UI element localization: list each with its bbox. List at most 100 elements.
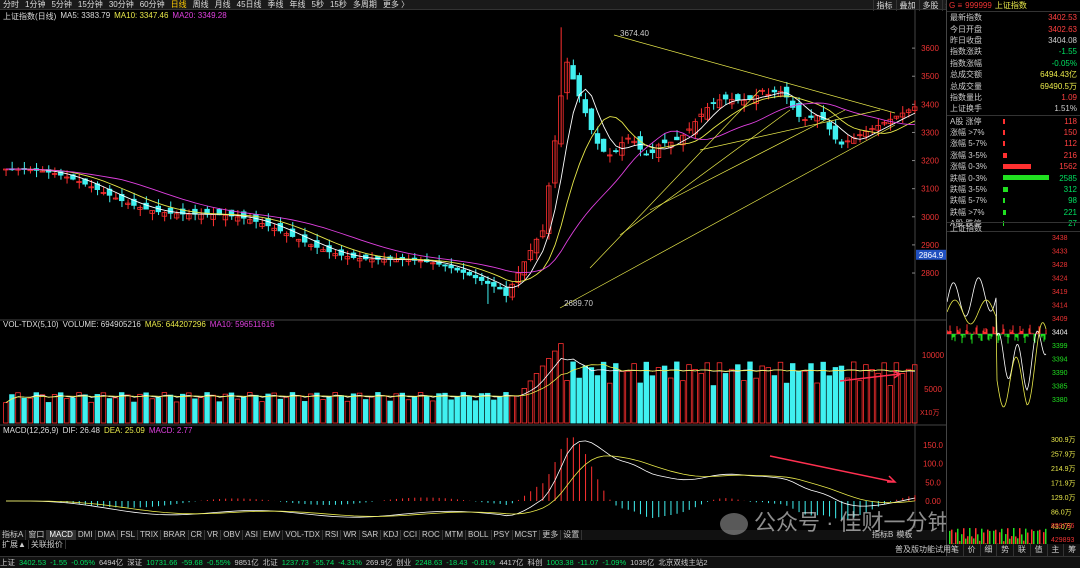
tool-0[interactable]: 指标 <box>872 0 896 11</box>
volume-bar <box>905 368 912 424</box>
macd-axis-label: 50.0 <box>925 478 941 487</box>
intraday-chart[interactable]: 3438 3433 3428 3424 3419 3414 3409 3404 3399 3394… <box>946 232 1080 552</box>
candle-body <box>796 103 802 117</box>
timeframe-2[interactable]: 5分钟 <box>48 0 74 10</box>
kline-chart[interactable]: 3600 3500 3400 3300 3200 3100 3000 2900 2800 2864… <box>0 10 946 541</box>
volume-bar <box>515 395 521 424</box>
status-bar: 上证 3402.53 -1.55 -0.05% 6494亿 深证 10731.66 -59.6… <box>0 556 1080 568</box>
indicator-tab-17[interactable]: KDJ <box>381 530 402 540</box>
trial-menu[interactable]: 普及版功能试用 <box>895 544 951 555</box>
indicator-tab-22[interactable]: PSY <box>492 530 513 540</box>
intraday-mini-chart[interactable]: 上证指数 3438 3433 3428 3424 3419 3414 3409 3404 339… <box>946 222 1080 552</box>
price-axis-label: 3500 <box>921 72 939 81</box>
timeframe-6[interactable]: 日线 <box>168 0 190 10</box>
candle-body <box>735 94 741 101</box>
indicator-tab-21[interactable]: BOLL <box>466 530 492 540</box>
timeframe-5[interactable]: 60分钟 <box>137 0 168 10</box>
candle-body <box>442 264 448 267</box>
panel-button-7[interactable]: 筹 <box>1064 544 1080 556</box>
volume-bar <box>899 373 906 424</box>
indicator-tab-10[interactable]: OBV <box>221 530 244 540</box>
volume-bar <box>643 361 649 424</box>
lower-tab-0[interactable]: 扩展▲ <box>0 540 29 549</box>
mini-vol-label: 129.0万 <box>1051 494 1076 502</box>
mini-price-label: 3414 <box>1052 303 1068 310</box>
stat-value: -1.55 <box>1058 47 1077 57</box>
indicator-tab-8[interactable]: CR <box>189 530 206 540</box>
panel-button-2[interactable]: 细 <box>981 544 998 556</box>
volume-bar <box>100 392 107 424</box>
timeframe-7[interactable]: 周线 <box>190 0 212 10</box>
timeframe-15[interactable]: 更多 〉 <box>380 0 412 10</box>
panel-button-1[interactable]: 价 <box>964 544 981 556</box>
macd-legend-dif: DIF: 26.48 <box>62 426 100 435</box>
volume-bar <box>320 399 326 424</box>
breadth-label: 跌幅 5-7% <box>950 196 987 206</box>
indicator-tab-5[interactable]: FSL <box>118 530 139 540</box>
timeframe-10[interactable]: 季线 <box>265 0 287 10</box>
indicator-tab-20[interactable]: MTM <box>443 530 467 540</box>
volume-bar <box>625 370 631 424</box>
tool-2[interactable]: 多股 <box>918 0 942 11</box>
status-item: -59.68 <box>181 558 203 567</box>
panel-button-6[interactable]: 主 <box>1048 544 1065 556</box>
vol-axis-label: 5000 <box>924 385 942 394</box>
volume-bar <box>210 394 216 424</box>
volume-bar <box>588 367 595 424</box>
indicator-tab-7[interactable]: BRAR <box>161 530 189 540</box>
indicator-tab-24[interactable]: 更多 <box>540 530 562 540</box>
timeframe-14[interactable]: 多周期 <box>350 0 380 10</box>
candle-body <box>503 287 509 296</box>
status-item: -0.55% <box>206 558 231 567</box>
indicator-tab-1[interactable]: 窗口 <box>26 530 48 540</box>
volume-bar <box>539 365 546 424</box>
volume-bar <box>204 392 210 424</box>
volume-bar <box>771 375 778 424</box>
indicator-tab-16[interactable]: SAR <box>360 530 382 540</box>
timeframe-3[interactable]: 15分钟 <box>75 0 106 10</box>
volume-bar <box>851 361 857 424</box>
volume-bar <box>533 373 540 424</box>
timeframe-1[interactable]: 1分钟 <box>22 0 48 10</box>
panel-button-3[interactable]: 势 <box>997 544 1014 556</box>
indicator-tab-3[interactable]: DMI <box>76 530 96 540</box>
panel-button-4[interactable]: 联 <box>1014 544 1031 556</box>
timeframe-8[interactable]: 月线 <box>212 0 234 10</box>
indicator-tab-2[interactable]: MACD <box>47 530 76 540</box>
candle-body <box>600 138 607 152</box>
volume-bar <box>88 401 94 424</box>
stat-row: 总成交额 6494.43亿 <box>947 69 1080 80</box>
status-item: 9851亿 <box>234 558 259 567</box>
candle-body <box>661 139 668 144</box>
main-chart-area[interactable]: 3600 3500 3400 3300 3200 3100 3000 2900 2800 2864… <box>0 10 946 541</box>
timeframe-11[interactable]: 年线 <box>287 0 309 10</box>
timeframe-9[interactable]: 45日线 <box>234 0 265 10</box>
lower-tab-1[interactable]: 关联报价 <box>29 540 66 549</box>
timeframe-4[interactable]: 30分钟 <box>106 0 137 10</box>
timeframe-13[interactable]: 15秒 <box>327 0 350 10</box>
status-item: 2248.63 <box>415 558 443 567</box>
indicator-tab-4[interactable]: DMA <box>96 530 119 540</box>
indicator-tab-12[interactable]: EMV <box>261 530 284 540</box>
volume-bar <box>704 362 710 424</box>
indicator-tab-11[interactable]: ASI <box>243 530 261 540</box>
indicator-tab-0[interactable]: 指标A <box>0 530 27 540</box>
panel-button-5[interactable]: 值 <box>1031 544 1048 556</box>
timeframe-0[interactable]: 分时 <box>0 0 22 10</box>
vol-axis-label: 10000 <box>922 351 945 360</box>
indicator-tab-19[interactable]: ROC <box>420 530 443 540</box>
breadth-bar <box>1003 118 1005 124</box>
indicator-tab-6[interactable]: TRIX <box>138 530 162 540</box>
indicator-tab-23[interactable]: MCST <box>513 530 541 540</box>
breadth-row: 跌幅 >7% 221 <box>947 207 1080 218</box>
indicator-tab-18[interactable]: CCI <box>401 530 421 540</box>
timeframe-12[interactable]: 5秒 <box>309 0 327 10</box>
indicator-tab-13[interactable]: VOL-TDX <box>283 530 324 540</box>
tool-1[interactable]: 叠加 <box>895 0 919 11</box>
indicator-tab-25[interactable]: 设置 <box>561 530 583 540</box>
indicator-tab-15[interactable]: WR <box>341 530 360 540</box>
indicator-tab-9[interactable]: VR <box>205 530 222 540</box>
indicator-tab-14[interactable]: RSI <box>323 530 342 540</box>
legend-ma20: MA20: 3349.28 <box>172 11 227 20</box>
volume-bar <box>790 363 796 424</box>
